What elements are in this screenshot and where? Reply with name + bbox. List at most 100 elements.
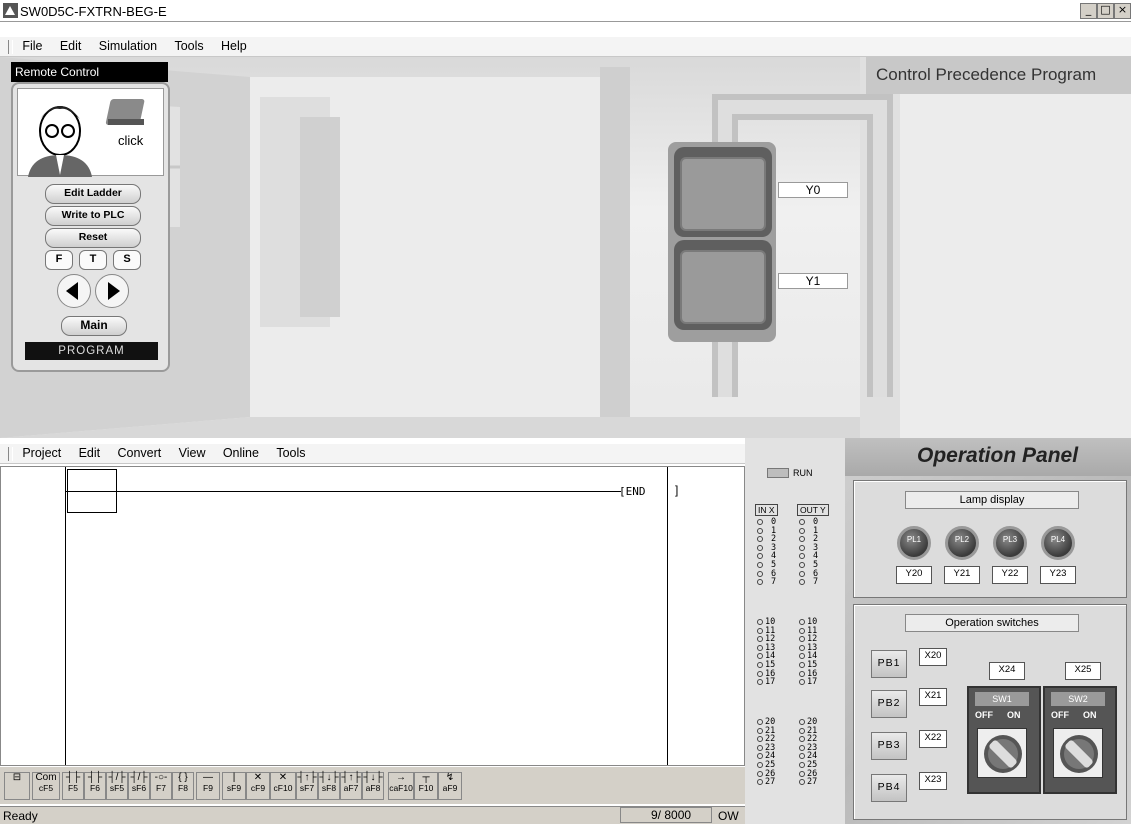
toolbar-button[interactable]: { } F8 — [172, 772, 194, 800]
toolbar-button-symbol: ┤/├ — [108, 772, 126, 783]
toolbar-button-symbol: ┤↑├ — [341, 772, 361, 783]
ladder-editor[interactable]: [END ] — [0, 466, 745, 766]
selector-on-label: ON — [1083, 710, 1097, 720]
toolbar-button[interactable]: ┤├ F6 — [84, 772, 106, 800]
selector-address: X24 — [989, 662, 1025, 680]
t-button[interactable]: T — [79, 250, 107, 270]
prev-button[interactable] — [57, 274, 91, 308]
menu-simulation[interactable]: Simulation — [99, 39, 157, 53]
overwrite-mode: OW — [718, 809, 739, 823]
operation-panel-title: Operation Panel — [917, 444, 1079, 467]
toolbar-button[interactable]: ┤↓├ sF8 — [318, 772, 340, 800]
input-led — [757, 544, 763, 551]
toolbar-button[interactable]: ↯ aF9 — [438, 772, 462, 800]
main-button[interactable]: Main — [61, 316, 127, 336]
toolbar-button-symbol: ┬ — [422, 772, 430, 783]
lamp-address: Y22 — [992, 566, 1028, 584]
push-button-address: X21 — [919, 688, 947, 706]
help-character[interactable]: click — [17, 88, 164, 177]
selector-knob[interactable] — [1053, 728, 1103, 778]
menu-editor-edit[interactable]: Edit — [79, 446, 101, 460]
input-led — [757, 644, 763, 651]
menu-view[interactable]: View — [179, 446, 206, 460]
toolbar-button[interactable]: ┤↓├ aF8 — [362, 772, 384, 800]
push-button[interactable]: PB4 — [871, 774, 907, 802]
menu-edit[interactable]: Edit — [60, 39, 82, 53]
toolbar-button[interactable]: | sF9 — [222, 772, 246, 800]
toolbar-button[interactable]: ┤↑├ aF7 — [340, 772, 362, 800]
menu-help[interactable]: Help — [221, 39, 247, 53]
close-button[interactable]: × — [1114, 3, 1131, 19]
menu-project[interactable]: Project — [22, 446, 61, 460]
toolbar-button[interactable]: -○- F7 — [150, 772, 172, 800]
lamp-y1-label: Y1 — [778, 273, 848, 289]
ladder-cursor[interactable] — [67, 469, 117, 513]
toolbar-button-symbol: ✕ — [253, 772, 263, 783]
toolbar-button-symbol: ⊟ — [12, 772, 22, 783]
menu-file[interactable]: File — [22, 39, 42, 53]
output-led — [799, 727, 805, 734]
menu-online[interactable]: Online — [223, 446, 259, 460]
output-led — [799, 679, 805, 686]
toolbar-button-key: aF7 — [343, 783, 359, 793]
output-led — [799, 736, 805, 743]
selector-off-label: OFF — [1051, 710, 1069, 720]
edit-ladder-button[interactable]: Edit Ladder — [45, 184, 141, 204]
rotary-knob-icon — [1060, 735, 1098, 773]
toolbar-button[interactable]: Com cF5 — [32, 772, 60, 800]
input-led — [757, 527, 763, 534]
toolbar-button[interactable]: ┤/├ sF6 — [128, 772, 150, 800]
toolbar-button-key: sF5 — [109, 783, 125, 793]
toolbar-button-symbol: ┤├ — [87, 772, 103, 783]
arrow-left-icon — [66, 282, 78, 300]
minimize-button[interactable]: _ — [1080, 3, 1097, 19]
toolbar-button[interactable]: ✕ cF10 — [270, 772, 296, 800]
toolbar-button[interactable]: ✕ cF9 — [246, 772, 270, 800]
menu-tools[interactable]: Tools — [174, 39, 203, 53]
remote-control-panel: click Edit Ladder Write to PLC Reset F T… — [11, 82, 170, 372]
write-to-plc-button[interactable]: Write to PLC — [45, 206, 141, 226]
lamp-address: Y20 — [896, 566, 932, 584]
run-label: RUN — [793, 468, 813, 478]
editor-menu-grip — [8, 446, 13, 461]
f-button[interactable]: F — [45, 250, 73, 270]
menu-editor-tools[interactable]: Tools — [276, 446, 305, 460]
end-bracket: ] — [675, 483, 679, 497]
reset-button[interactable]: Reset — [45, 228, 141, 248]
toolbar-button-symbol: Com — [35, 772, 57, 783]
push-button-address: X22 — [919, 730, 947, 748]
toolbar-button[interactable]: ┤↑├ sF7 — [296, 772, 318, 800]
toolbar-button[interactable]: ┤├ F5 — [62, 772, 84, 800]
input-led — [757, 670, 763, 677]
toolbar-button[interactable]: ┬ F10 — [414, 772, 438, 800]
push-button[interactable]: PB1 — [871, 650, 907, 678]
menu-grip — [8, 39, 13, 54]
output-led — [799, 562, 805, 568]
selector-switch[interactable]: SW2 OFF ON — [1043, 686, 1117, 794]
selector-switch[interactable]: SW1 OFF ON — [967, 686, 1041, 794]
input-led — [757, 579, 763, 586]
maximize-button[interactable]: □ — [1097, 3, 1114, 19]
toolbar-button[interactable]: ⊟ — [4, 772, 30, 800]
toolbar-button[interactable]: → caF10 — [388, 772, 414, 800]
menu-convert[interactable]: Convert — [117, 446, 161, 460]
output-led — [799, 719, 805, 725]
next-button[interactable] — [95, 274, 129, 308]
toolbar-button[interactable]: — F9 — [196, 772, 220, 800]
input-led — [757, 736, 763, 743]
toolbar-button-symbol: -○- — [154, 772, 168, 783]
toolbar-button[interactable]: ┤/├ sF5 — [106, 772, 128, 800]
output-led — [799, 570, 805, 577]
toolbar-button-key: F6 — [90, 783, 100, 793]
push-button[interactable]: PB3 — [871, 732, 907, 760]
selector-knob[interactable] — [977, 728, 1027, 778]
toolbar-button-symbol: ┤↑├ — [297, 772, 317, 783]
input-led — [757, 679, 763, 686]
ladder-rung — [66, 491, 621, 492]
output-led — [799, 527, 805, 534]
output-led — [799, 779, 805, 786]
input-number: 27 — [765, 777, 776, 788]
output-led — [799, 744, 805, 751]
s-button[interactable]: S — [113, 250, 141, 270]
push-button[interactable]: PB2 — [871, 690, 907, 718]
